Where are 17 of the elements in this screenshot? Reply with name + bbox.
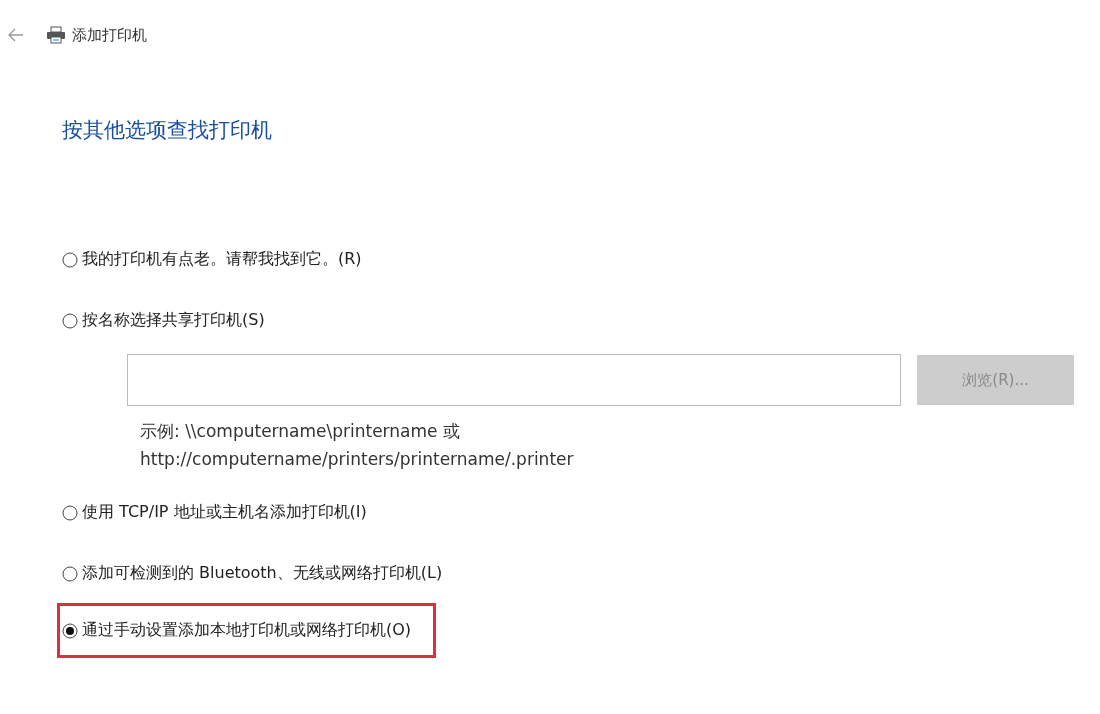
page-heading: 按其他选项查找打印机 [62,117,272,144]
radio-button-icon[interactable] [62,312,78,329]
example-text: 示例: \\computername\printername 或 [140,420,460,443]
example-text: http://computername/printers/printername/.printer [140,449,574,469]
radio-button-icon[interactable] [62,251,78,268]
radio-option[interactable]: 使用 TCP/IP 地址或主机名添加打印机(I) [57,495,372,530]
radio-option[interactable]: 添加可检测到的 Bluetooth、无线或网络打印机(L) [57,556,448,591]
radio-option[interactable]: 通过手动设置添加本地打印机或网络打印机(O) [57,603,437,658]
back-arrow-icon[interactable] [8,28,24,42]
radio-option[interactable]: 按名称选择共享打印机(S) [57,303,270,338]
printer-name-field[interactable] [127,354,901,406]
radio-option[interactable]: 我的打印机有点老。请帮我找到它。(R) [57,242,367,277]
window-title: 添加打印机 [72,25,147,45]
radio-button-icon[interactable] [62,565,78,582]
radio-button-icon[interactable] [62,622,78,639]
radio-button-icon[interactable] [62,504,78,521]
printer-icon [46,26,66,44]
